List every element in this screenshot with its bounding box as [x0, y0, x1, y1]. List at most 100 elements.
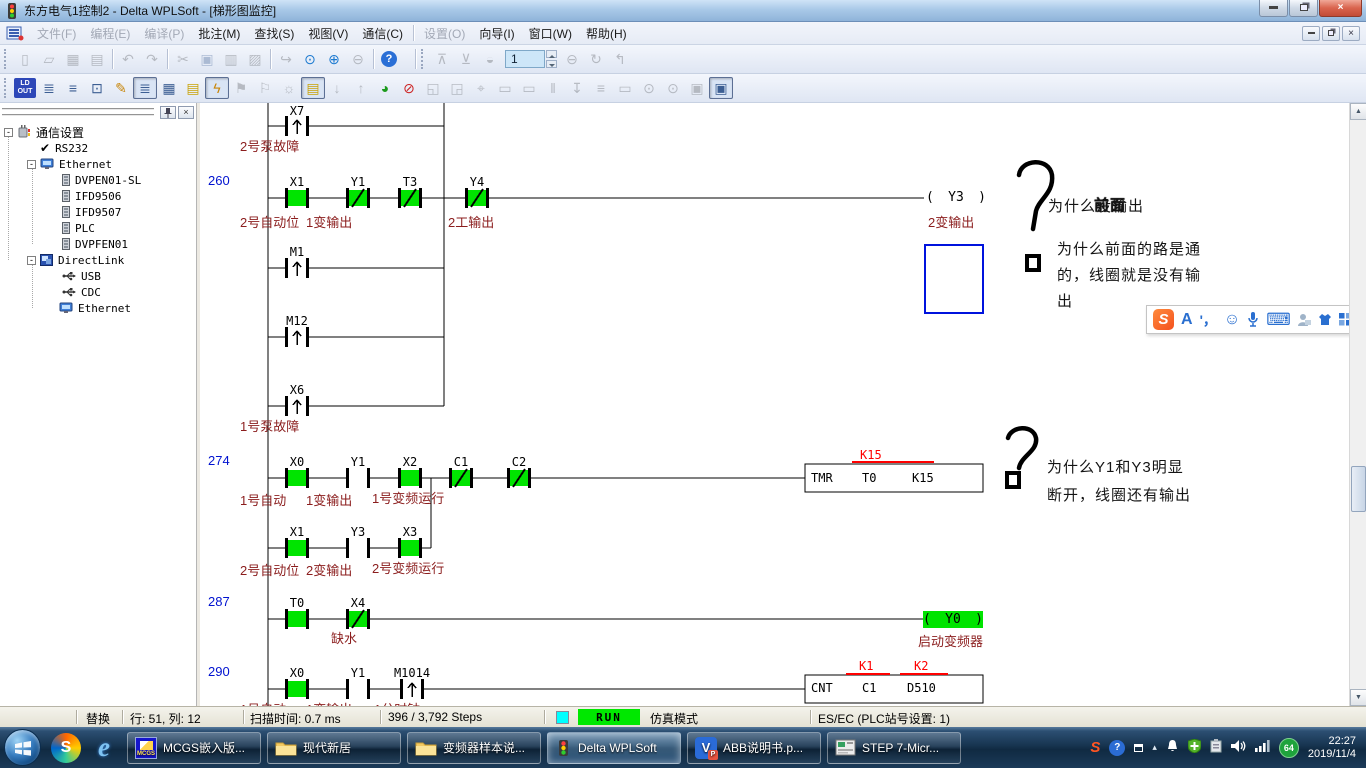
taskbar-button-wplsoft[interactable]: Delta WPLSoft	[547, 732, 681, 764]
step-spinner-value[interactable]: 1	[505, 50, 545, 68]
monitor-list-icon[interactable]: ▤	[301, 77, 325, 99]
row-delete-icon[interactable]: ⊻	[454, 48, 478, 70]
zoom-out-icon[interactable]: ⊖	[346, 48, 370, 70]
menu-communication[interactable]: 通信(C)	[355, 22, 410, 45]
download-icon[interactable]: ◲	[445, 77, 469, 99]
help-tray-icon[interactable]: ?	[1109, 740, 1125, 756]
pin-button[interactable]	[160, 106, 176, 119]
spinner-arrows[interactable]	[546, 50, 557, 68]
menu-help[interactable]: 帮助(H)	[579, 22, 634, 45]
to-ladder-icon[interactable]: ↑	[349, 77, 373, 99]
erase-icon[interactable]: ▨	[243, 48, 267, 70]
tree-label-dvpfen01[interactable]: DVPFEN01	[75, 238, 128, 251]
print-icon[interactable]: ▤	[85, 48, 109, 70]
tree-item-plc[interactable]: PLC	[62, 220, 95, 236]
new-icon[interactable]: ▯	[13, 48, 37, 70]
edit-pencil-icon[interactable]: ✎	[109, 77, 133, 99]
edit-list-icon[interactable]: ≡	[589, 77, 613, 99]
taskbar-button-folder1[interactable]: 现代新居	[267, 732, 401, 764]
ladder-view-icon[interactable]: ≣	[37, 77, 61, 99]
simulator-start-icon[interactable]: ◕	[373, 77, 397, 99]
collapse-icon[interactable]: -	[27, 160, 36, 169]
keyboard-icon[interactable]: ⌨	[1266, 310, 1291, 330]
oio-icon[interactable]: ‖	[541, 77, 565, 99]
toolbox-icon[interactable]	[1339, 313, 1349, 326]
undo-icon[interactable]: ↶	[116, 48, 140, 70]
toolbar-grip[interactable]	[4, 78, 9, 98]
grip-lines[interactable]	[2, 108, 154, 116]
code-b-icon[interactable]: ▭	[517, 77, 541, 99]
taskbar-button-pdf[interactable]: VP ABB说明书.p...	[687, 732, 821, 764]
tree-item-dvpfen01[interactable]: DVPFEN01	[62, 236, 128, 252]
flag-icon[interactable]: ⚑	[229, 77, 253, 99]
volume-icon[interactable]	[1231, 740, 1246, 755]
sfc-view-icon[interactable]: ⊡	[85, 77, 109, 99]
remove-icon[interactable]: ⊖	[560, 48, 584, 70]
simulator-stop-icon[interactable]: ⊘	[397, 77, 421, 99]
refresh-icon[interactable]: ↻	[584, 48, 608, 70]
insert-step-icon[interactable]: ↧	[565, 77, 589, 99]
tree-label-usb[interactable]: USB	[81, 270, 101, 283]
panel-grip[interactable]: ×	[2, 105, 194, 119]
toolbar-grip[interactable]	[4, 49, 9, 69]
comment-note-icon[interactable]: ▤	[181, 77, 205, 99]
skin-icon[interactable]	[1318, 313, 1332, 326]
monitor-pen-icon[interactable]: ϟ	[205, 77, 229, 99]
output-coil-y0[interactable]: ( Y0 )	[923, 612, 983, 627]
close-button[interactable]: ×	[1319, 0, 1362, 17]
restore-button[interactable]	[1289, 0, 1318, 17]
tree-label-ifd9506[interactable]: IFD9506	[75, 190, 121, 203]
upload-icon[interactable]: ◱	[421, 77, 445, 99]
notification-bell-icon[interactable]	[1166, 739, 1179, 756]
menu-wizard[interactable]: 向导(I)	[472, 22, 521, 45]
tree-label-ethernet2[interactable]: Ethernet	[78, 302, 131, 315]
output-coil-y3[interactable]: ( Y3 )	[926, 190, 986, 205]
ladder-edit-icon[interactable]: ≣	[133, 77, 157, 99]
vertical-scrollbar[interactable]: ▲ ▼	[1349, 103, 1366, 706]
security-shield-icon[interactable]	[1188, 739, 1201, 756]
ladder-monitor-area[interactable]: 260 274 287 290 X7 X1 Y1 T3 Y4 M1 M12 X6…	[200, 103, 1349, 706]
zoom-a-icon[interactable]: ⊙	[637, 77, 661, 99]
step-spinner[interactable]: 1	[505, 50, 557, 68]
tree-item-ethernet2[interactable]: Ethernet	[59, 300, 131, 316]
tree-item-ifd9507[interactable]: IFD9507	[62, 204, 121, 220]
contrast-icon[interactable]: ◒	[478, 48, 502, 70]
tree-item-cdc[interactable]: CDC	[62, 284, 101, 300]
tree-item-comm-settings[interactable]: - 通信设置	[4, 124, 84, 140]
mdi-minimize-button[interactable]	[1302, 26, 1320, 41]
board-icon[interactable]: ▣	[685, 77, 709, 99]
show-hidden-icons[interactable]: ▴	[1152, 742, 1157, 753]
tree-item-rs232[interactable]: ✔ RS232	[40, 140, 88, 156]
tree-item-usb[interactable]: USB	[62, 268, 101, 284]
jump-back-icon[interactable]: ↰	[608, 48, 632, 70]
scrollbar-thumb[interactable]	[1351, 466, 1366, 512]
menu-view[interactable]: 视图(V)	[301, 22, 355, 45]
sogou-logo-icon[interactable]: S	[1153, 309, 1174, 330]
goto-icon[interactable]: ↪	[274, 48, 298, 70]
tree-label-plc[interactable]: PLC	[75, 222, 95, 235]
panel-close-button[interactable]: ×	[178, 106, 194, 119]
mdi-close-button[interactable]: ×	[1342, 26, 1360, 41]
tree-item-dvpen01[interactable]: DVPEN01-SL	[62, 172, 141, 188]
taskbar-button-folder2[interactable]: 变频器样本说...	[407, 732, 541, 764]
start-button[interactable]	[4, 729, 41, 766]
tree-label-ifd9507[interactable]: IFD9507	[75, 206, 121, 219]
cut-icon[interactable]: ✂	[171, 48, 195, 70]
tree-label-directlink[interactable]: DirectLink	[58, 254, 124, 267]
redo-icon[interactable]: ↷	[140, 48, 164, 70]
toolbar-grip[interactable]	[421, 49, 426, 69]
scroll-up-button[interactable]: ▲	[1350, 103, 1366, 120]
microphone-icon[interactable]	[1247, 312, 1259, 327]
row-insert-icon[interactable]: ⊼	[430, 48, 454, 70]
cn-en-icon[interactable]: A	[1181, 311, 1193, 329]
menu-window[interactable]: 窗口(W)	[522, 22, 579, 45]
code-a-icon[interactable]: ▭	[493, 77, 517, 99]
sogou-tray-icon[interactable]: S	[1090, 739, 1100, 756]
copy-icon[interactable]: ▣	[195, 48, 219, 70]
sim-mode-icon[interactable]: ▣	[709, 77, 733, 99]
taskbar-button-mcgs[interactable]: MCGS MCGS嵌入版...	[127, 732, 261, 764]
lamp-icon[interactable]: ☼	[277, 77, 301, 99]
battery-tray-icon[interactable]: 64	[1279, 738, 1299, 758]
flag-down-icon[interactable]: ⚐	[253, 77, 277, 99]
menu-comment[interactable]: 批注(M)	[191, 22, 247, 45]
